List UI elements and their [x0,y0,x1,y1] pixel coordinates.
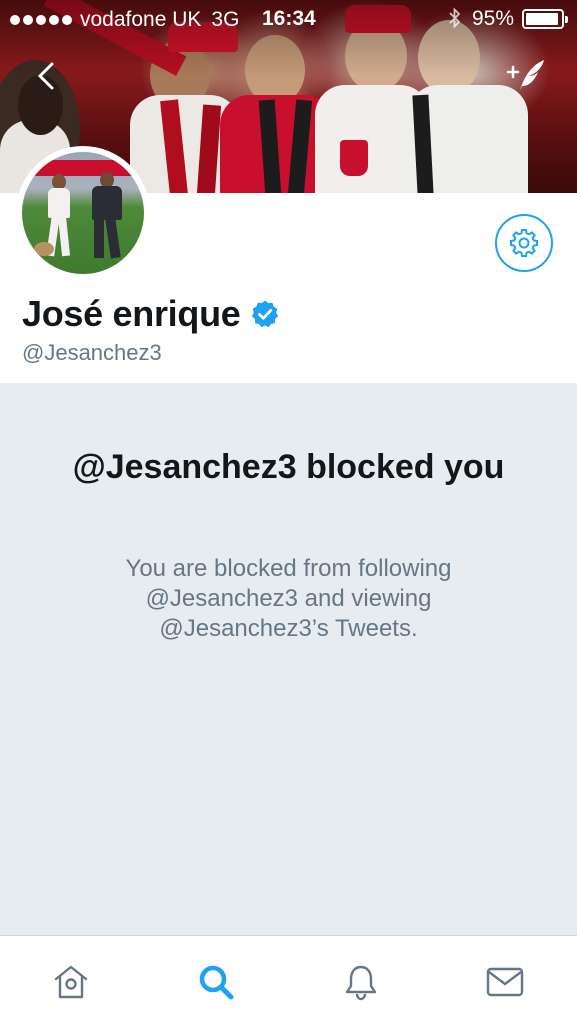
tab-notifications[interactable] [341,962,381,1002]
battery-level [526,13,559,25]
home-icon [54,965,88,999]
clock: 16:34 [262,7,316,30]
carrier-name: vodafone UK [80,8,202,31]
tab-search[interactable] [196,962,236,1002]
tab-home[interactable] [51,962,91,1002]
battery-icon [522,9,568,29]
signal-strength-icon [10,15,72,25]
settings-button[interactable] [495,214,553,272]
profile-handle: @Jesanchez3 [22,340,162,365]
compose-tweet-icon [506,60,544,90]
display-name: José enrique [22,293,241,334]
bluetooth-icon [447,7,463,35]
bell-icon [345,965,377,1001]
avatar-image [22,152,144,274]
status-bar: vodafone UK 3G 16:34 95% [0,0,577,40]
tab-messages[interactable] [485,962,525,1002]
bottom-tab-bar [0,935,577,1024]
network-type: 3G [211,8,240,31]
battery-percent: 95% [472,7,515,30]
blocked-description: You are blocked from following @Jesanche… [125,555,452,642]
search-icon [199,965,234,1000]
compose-tweet-button[interactable] [498,52,550,98]
profile-avatar[interactable] [16,146,150,280]
profile-name-row: José enrique [22,293,280,335]
chevron-left-icon [37,62,54,90]
blocked-title: @Jesanchez3 blocked you [72,448,505,486]
gear-icon [510,229,538,257]
mail-icon [486,967,524,997]
back-button[interactable] [30,58,66,94]
verified-badge-icon [252,300,279,328]
